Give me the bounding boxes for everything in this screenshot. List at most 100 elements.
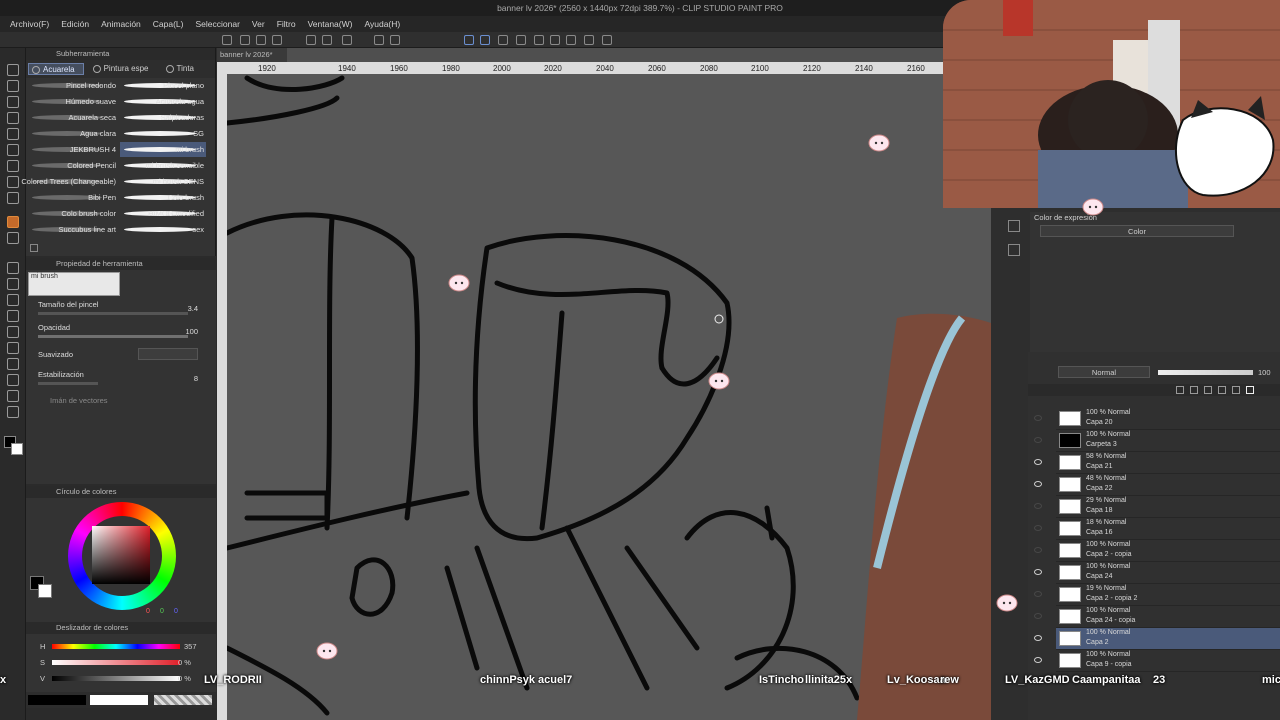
brush-size-slider[interactable] bbox=[38, 312, 188, 315]
eyedropper-icon[interactable] bbox=[7, 160, 19, 172]
grid-icon[interactable] bbox=[534, 35, 544, 45]
document-tab[interactable]: banner lv 2026* bbox=[217, 48, 287, 62]
clip-icon[interactable] bbox=[1232, 386, 1240, 394]
saturation-value-square[interactable] bbox=[92, 526, 150, 584]
hue-ring[interactable] bbox=[68, 502, 176, 610]
tab-pintura-espe[interactable]: Pintura espe bbox=[90, 63, 157, 75]
brush-item-selected[interactable]: mi brush bbox=[120, 142, 206, 157]
eye-icon[interactable] bbox=[1034, 591, 1042, 597]
layer-row[interactable]: 100 % Normal Capa 24 bbox=[1034, 562, 1280, 584]
tab-acuarela[interactable]: Acuarela bbox=[28, 63, 84, 75]
delete-layer-icon[interactable] bbox=[1246, 386, 1254, 394]
menu-animacion[interactable]: Animación bbox=[97, 16, 149, 32]
figure-tool-icon[interactable] bbox=[7, 326, 19, 338]
menu-edicion[interactable]: Edición bbox=[57, 16, 97, 32]
menu-filtro[interactable]: Filtro bbox=[273, 16, 304, 32]
menu-capa[interactable]: Capa(L) bbox=[149, 16, 192, 32]
brush-item[interactable]: mi brush SENS bbox=[120, 174, 206, 189]
merge-icon[interactable] bbox=[1204, 386, 1212, 394]
brush-item[interactable]: sex bbox=[120, 222, 206, 237]
eye-icon[interactable] bbox=[1034, 657, 1042, 663]
brush-item[interactable]: Agua clara bbox=[26, 126, 118, 141]
eye-icon[interactable] bbox=[1034, 459, 1042, 465]
layer-row[interactable]: 48 % Normal Capa 22 bbox=[1034, 474, 1280, 496]
layer-row[interactable]: 100 % Normal Capa 9 - copia bbox=[1034, 650, 1280, 672]
hue-slider[interactable] bbox=[52, 644, 180, 649]
eye-icon[interactable] bbox=[1034, 635, 1042, 641]
undo-icon[interactable] bbox=[306, 35, 316, 45]
move-icon[interactable] bbox=[7, 80, 19, 92]
ruler-icon[interactable] bbox=[550, 35, 560, 45]
brush-preset-preview[interactable]: mi brush bbox=[28, 272, 120, 296]
brush-item[interactable]: Colored Trees (Changeable) bbox=[21, 174, 118, 189]
layer-icon[interactable] bbox=[602, 35, 612, 45]
brush-item[interactable]: SG bbox=[120, 126, 206, 141]
brush-item[interactable]: HIMOG modified bbox=[120, 206, 206, 221]
layer-row[interactable]: 18 % Normal Capa 16 bbox=[1034, 518, 1280, 540]
frame-tool-icon[interactable] bbox=[7, 342, 19, 354]
new-layer-icon[interactable] bbox=[1176, 386, 1184, 394]
layer-row[interactable]: 100 % Normal Capa 2 - copia bbox=[1034, 540, 1280, 562]
brush-item[interactable]: Húmedo suave bbox=[26, 94, 118, 109]
brush-tool-icon[interactable] bbox=[7, 216, 19, 228]
operation-icon[interactable] bbox=[7, 96, 19, 108]
eye-icon[interactable] bbox=[1034, 613, 1042, 619]
brush-item[interactable]: Pincel redondo bbox=[26, 78, 118, 93]
selection-icon[interactable] bbox=[516, 35, 526, 45]
blend-mode-select[interactable]: Normal bbox=[1058, 366, 1150, 378]
brush-item[interactable]: Acuarela seca bbox=[26, 110, 118, 125]
saturation-slider[interactable] bbox=[52, 660, 180, 665]
opacity-slider[interactable] bbox=[38, 335, 188, 338]
layer-row[interactable]: 58 % Normal Capa 21 bbox=[1034, 452, 1280, 474]
new-canvas-icon[interactable] bbox=[222, 35, 232, 45]
menu-ventana[interactable]: Ventana(W) bbox=[304, 16, 361, 32]
balloon-tool-icon[interactable] bbox=[7, 390, 19, 402]
smoothing-selector[interactable] bbox=[138, 348, 198, 360]
eye-icon[interactable] bbox=[1034, 481, 1042, 487]
auto-select-icon[interactable] bbox=[7, 144, 19, 156]
loading-icon[interactable] bbox=[342, 35, 352, 45]
layer-row[interactable]: 100 % Normal Carpeta 3 bbox=[1034, 430, 1280, 452]
brush-item[interactable]: Colo brush bbox=[120, 190, 206, 205]
color-history-black[interactable] bbox=[28, 695, 86, 705]
fill-tool-icon[interactable] bbox=[7, 294, 19, 306]
select-icon[interactable] bbox=[7, 128, 19, 140]
brush-item[interactable]: mi brush sensible bbox=[120, 158, 206, 173]
menu-seleccionar[interactable]: Seleccionar bbox=[192, 16, 248, 32]
redo-icon[interactable] bbox=[322, 35, 332, 45]
fill-icon[interactable] bbox=[584, 35, 594, 45]
eye-icon[interactable] bbox=[1034, 547, 1042, 553]
ruler-tool-icon[interactable] bbox=[7, 358, 19, 370]
menu-archivo[interactable]: Archivo(F) bbox=[6, 16, 57, 32]
layer-row[interactable]: 29 % Normal Capa 18 bbox=[1034, 496, 1280, 518]
export-icon[interactable] bbox=[272, 35, 282, 45]
snap-ruler-icon[interactable] bbox=[464, 35, 474, 45]
brush-item[interactable]: Colo brush color bbox=[26, 206, 118, 221]
stabilization-value[interactable]: 8 bbox=[194, 374, 198, 383]
eye-icon[interactable] bbox=[1034, 437, 1042, 443]
brush-item[interactable]: JEKBRUSH 4 bbox=[26, 142, 118, 157]
subtool-settings-icon[interactable] bbox=[30, 244, 38, 252]
tab-tinta[interactable]: Tinta bbox=[163, 63, 203, 75]
eye-icon[interactable] bbox=[1034, 503, 1042, 509]
transform-icon[interactable] bbox=[374, 35, 384, 45]
airbrush-tool-icon[interactable] bbox=[7, 232, 19, 244]
brush-item[interactable]: Colored Pencil bbox=[26, 158, 118, 173]
color-history-transparent[interactable] bbox=[154, 695, 212, 705]
save-icon[interactable] bbox=[256, 35, 266, 45]
brush-item[interactable]: Pincel plano bbox=[120, 78, 206, 93]
brush-item[interactable]: Acuarela agua bbox=[120, 94, 206, 109]
snap-special-icon[interactable] bbox=[480, 35, 490, 45]
layer-row[interactable]: 100 % Normal Capa 20 bbox=[1034, 408, 1280, 430]
brush-item[interactable]: Bibi Pen bbox=[26, 190, 118, 205]
pen-tool-icon[interactable] bbox=[7, 176, 19, 188]
layer-opacity-value[interactable]: 100 bbox=[1258, 368, 1271, 377]
menu-ayuda[interactable]: Ayuda(H) bbox=[360, 16, 408, 32]
layer-row[interactable]: 100 % Normal Capa 2 bbox=[1034, 628, 1280, 650]
sub-color-chip[interactable] bbox=[38, 584, 52, 598]
gradient-tool-icon[interactable] bbox=[7, 310, 19, 322]
layer-property-icon[interactable] bbox=[1008, 244, 1020, 256]
open-icon[interactable] bbox=[240, 35, 250, 45]
layer-opacity-slider[interactable] bbox=[1158, 370, 1253, 375]
eye-icon[interactable] bbox=[1034, 525, 1042, 531]
